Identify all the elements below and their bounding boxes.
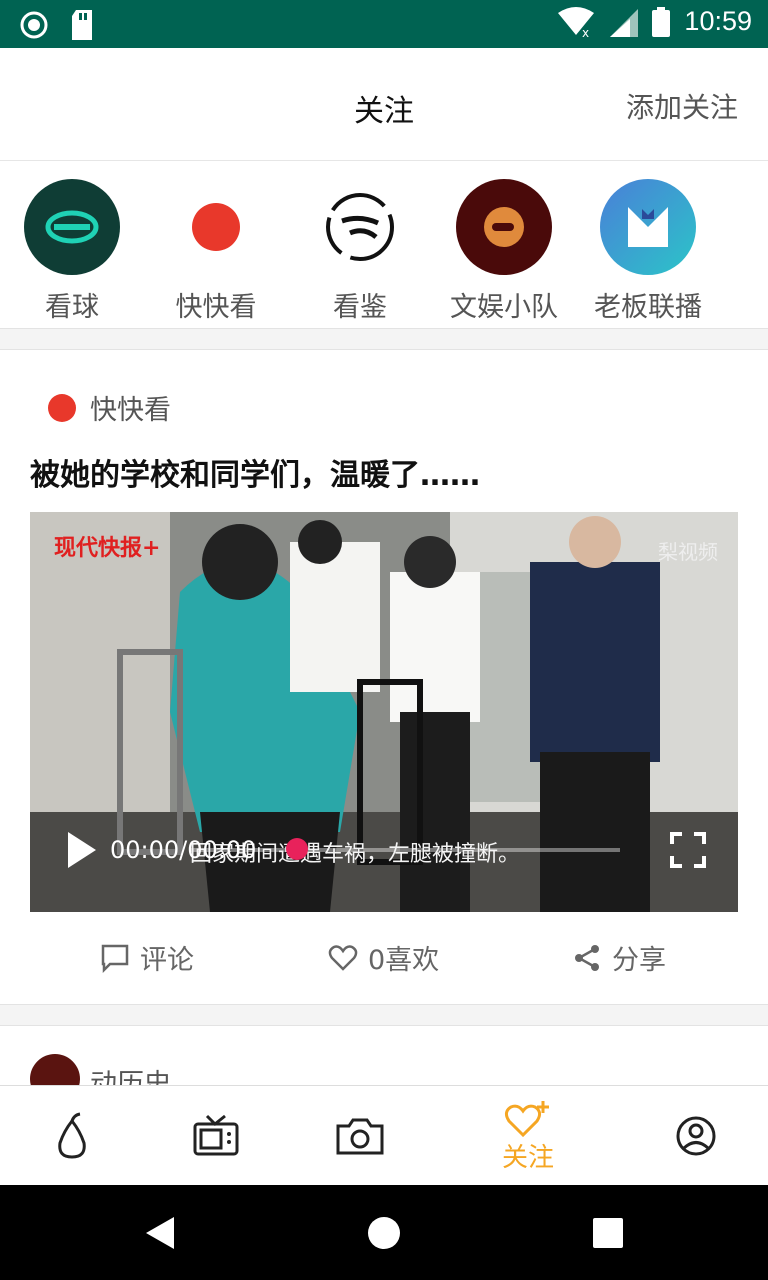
fullscreen-icon[interactable] [670,832,706,868]
play-icon[interactable] [68,832,96,868]
channel-wenyu[interactable]: 文娱小队 [432,179,576,324]
status-time: 10:59 [684,6,752,36]
status-bar: x 10:59 [0,0,768,48]
signal-icon [610,8,639,37]
channel-name: 快快看 [175,292,257,323]
battery-icon [652,6,671,37]
share-label: 分享 [612,945,666,976]
home-icon[interactable] [366,1215,402,1251]
record-icon [20,11,48,39]
bottom-nav: 关注 [0,1085,768,1186]
post-source[interactable]: 快快看 [48,388,171,427]
next-post-card[interactable]: 动历史 [0,1025,768,1086]
channel-kuaikuaikan[interactable]: 快快看 [144,179,288,324]
svg-text:x: x [582,26,589,37]
channel-partial[interactable] [720,179,768,275]
channel-name: 看鉴 [333,292,387,323]
video-time: 00:00/00:00 [110,836,257,864]
wenyu-logo-icon [456,179,552,275]
channel-kanqiu[interactable]: 看球 [0,179,144,324]
camera-icon [336,1118,384,1155]
heart-plus-icon [504,1100,549,1137]
laoban-logo-icon [600,179,696,275]
progress-thumb[interactable] [286,838,308,860]
comment-label: 评论 [140,945,194,976]
source-name: 动历史 [90,1069,171,1086]
kuaikuaikan-logo-icon [168,179,264,275]
video-controls: 回家期间遭遇车祸，左腿被撞断。 00:00/00:00 [30,830,738,874]
sd-card-icon [72,10,92,40]
source-name: 快快看 [90,395,171,426]
post-headline[interactable]: 被她的学校和同学们，温暖了…… [30,450,480,494]
back-icon[interactable] [142,1213,178,1253]
nav-camera[interactable] [300,1086,420,1186]
channel-name: 老板联播 [594,292,702,323]
nav-tv[interactable] [156,1086,276,1186]
kanjian-logo-icon [312,179,408,275]
video-player[interactable]: 现代快报+ 梨视频 回家期间遭遇车祸，左腿被撞断。 00:00/00:00 [30,512,738,912]
channel-name: 文娱小队 [450,292,558,323]
pear-icon [58,1112,86,1159]
kanqiu-logo-icon [24,179,120,275]
recents-icon[interactable] [592,1217,624,1249]
comment-icon [101,944,129,973]
comment-button[interactable]: 评论 [100,938,194,977]
app-header: 关注 添加关注 [0,48,768,161]
nav-follow-label: 关注 [501,1142,554,1173]
source-logo-icon [30,1054,80,1086]
post-card[interactable]: 快快看 被她的学校和同学们，温暖了…… 现代快报+ 梨视频 回家期间遭遇车祸，左… [0,349,768,1005]
nav-home[interactable] [12,1086,132,1186]
like-button[interactable]: 0喜欢 [328,938,439,977]
user-icon [676,1116,716,1156]
nav-profile[interactable] [636,1086,756,1186]
system-nav-bar [0,1185,768,1280]
followed-channels[interactable]: 看球 快快看 看鉴 文娱小队 老板联播 [0,161,768,329]
source-logo-icon [48,393,76,422]
wifi-icon: x [558,6,595,37]
channel-kanjian[interactable]: 看鉴 [288,179,432,324]
channel-laoban[interactable]: 老板联播 [576,179,720,324]
add-follow-button[interactable]: 添加关注 [626,86,738,126]
watermark-right: 梨视频 [658,540,718,564]
watermark-left: 现代快报+ [54,535,161,561]
channel-name: 看球 [45,292,99,323]
heart-icon [328,944,358,971]
post-actions: 评论 0喜欢 分享 [0,938,768,978]
tv-icon [193,1114,239,1156]
share-button[interactable]: 分享 [572,938,666,977]
nav-follow[interactable]: 关注 [468,1086,588,1186]
share-icon [575,944,599,971]
like-label: 0喜欢 [368,945,440,976]
